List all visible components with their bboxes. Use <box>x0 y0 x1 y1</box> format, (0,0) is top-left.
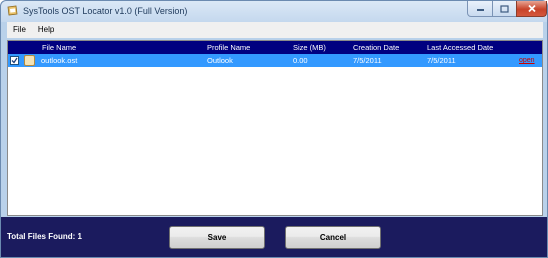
column-header-size[interactable]: Size (MB) <box>293 41 326 54</box>
app-icon[interactable] <box>7 5 18 16</box>
save-button[interactable]: Save <box>169 226 265 249</box>
open-link[interactable]: open <box>519 54 535 67</box>
column-header-last-accessed[interactable]: Last Accessed Date <box>427 41 493 54</box>
checkmark-icon <box>11 57 18 64</box>
table-row[interactable]: outlook.ost Outlook 0.00 7/5/2011 7/5/20… <box>8 54 542 67</box>
window-title: SysTools OST Locator v1.0 (Full Version) <box>23 6 188 16</box>
footer-bar: Total Files Found: 1 Save Cancel <box>1 217 547 257</box>
column-header-creation-date[interactable]: Creation Date <box>353 41 399 54</box>
row-checkbox[interactable] <box>10 56 19 65</box>
column-header-file-name[interactable]: File Name <box>42 41 76 54</box>
cell-size: 0.00 <box>293 56 308 65</box>
cancel-button[interactable]: Cancel <box>285 226 381 249</box>
maximize-icon <box>500 4 509 13</box>
ost-file-grid[interactable]: File Name Profile Name Size (MB) Creatio… <box>7 40 543 216</box>
cell-profile-name: Outlook <box>207 56 233 65</box>
ost-file-icon <box>24 55 35 66</box>
minimize-button[interactable] <box>467 1 493 17</box>
menu-file[interactable]: File <box>7 22 32 38</box>
grid-header: File Name Profile Name Size (MB) Creatio… <box>8 41 542 54</box>
minimize-icon <box>476 8 484 11</box>
total-files-label: Total Files Found: 1 <box>7 232 82 241</box>
close-button[interactable] <box>516 1 547 17</box>
column-header-profile-name[interactable]: Profile Name <box>207 41 250 54</box>
maximize-button[interactable] <box>492 1 517 17</box>
app-window: SysTools OST Locator v1.0 (Full Version)… <box>0 0 548 258</box>
close-icon <box>527 4 536 13</box>
cell-file-name: outlook.ost <box>41 56 78 65</box>
menu-help[interactable]: Help <box>32 22 60 38</box>
cell-creation-date: 7/5/2011 <box>353 56 382 65</box>
cell-last-accessed: 7/5/2011 <box>427 56 456 65</box>
title-bar[interactable]: SysTools OST Locator v1.0 (Full Version) <box>1 1 547 22</box>
menu-bar: File Help <box>7 22 543 38</box>
